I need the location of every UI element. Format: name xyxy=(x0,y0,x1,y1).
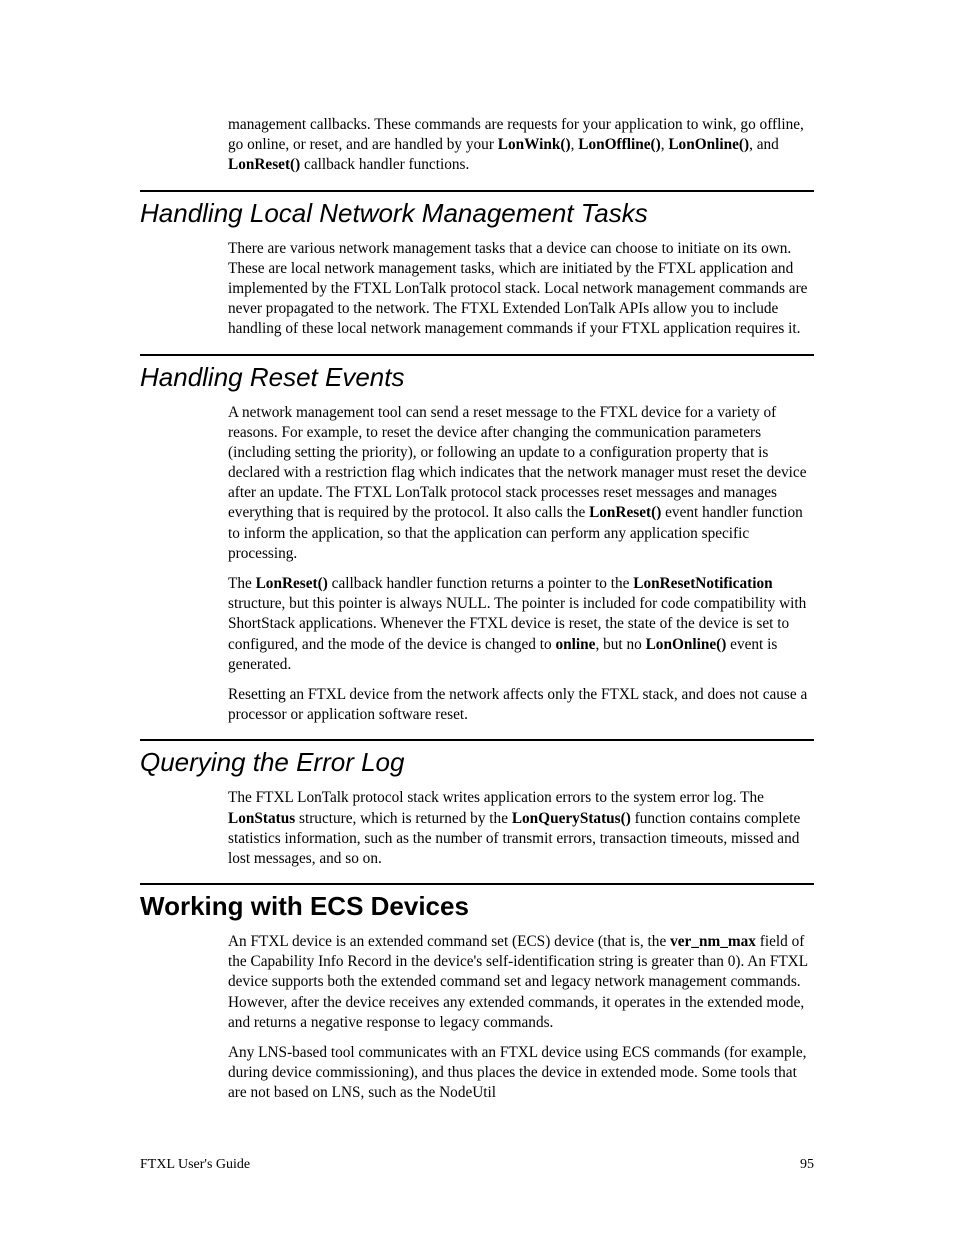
text: An FTXL device is an extended command se… xyxy=(228,933,670,950)
api-name: LonOnline() xyxy=(646,636,727,653)
paragraph: The LonReset() callback handler function… xyxy=(228,574,814,675)
paragraph: The FTXL LonTalk protocol stack writes a… xyxy=(228,788,814,869)
paragraph: management callbacks. These commands are… xyxy=(228,115,814,176)
api-name: LonResetNotification xyxy=(633,575,772,592)
text: The xyxy=(228,575,256,592)
paragraph: An FTXL device is an extended command se… xyxy=(228,932,814,1033)
section-body: The FTXL LonTalk protocol stack writes a… xyxy=(228,788,814,869)
section-divider xyxy=(140,354,814,356)
paragraph: Any LNS-based tool communicates with an … xyxy=(228,1043,814,1104)
api-name: LonOffline() xyxy=(578,136,660,153)
document-page: management callbacks. These commands are… xyxy=(0,0,954,1235)
api-name: LonWink() xyxy=(498,136,571,153)
text: structure, which is returned by the xyxy=(295,810,512,827)
text: , and xyxy=(749,136,779,153)
section-divider xyxy=(140,190,814,192)
intro-continuation: management callbacks. These commands are… xyxy=(228,115,814,176)
text: callback handler function returns a poin… xyxy=(328,575,633,592)
footer-title: FTXL User's Guide xyxy=(140,1157,250,1173)
api-name: LonOnline() xyxy=(668,136,749,153)
field-name: ver_nm_max xyxy=(670,933,756,950)
text: , but no xyxy=(595,636,645,653)
section-body: A network management tool can send a res… xyxy=(228,403,814,726)
keyword: online xyxy=(556,636,596,653)
heading-error-log: Querying the Error Log xyxy=(140,747,814,778)
api-name: LonReset() xyxy=(256,575,328,592)
section-body: There are various network management tas… xyxy=(228,239,814,340)
text: The FTXL LonTalk protocol stack writes a… xyxy=(228,789,764,806)
api-name: LonQueryStatus() xyxy=(512,810,631,827)
api-name: LonReset() xyxy=(589,504,661,521)
page-footer: FTXL User's Guide 95 xyxy=(140,1157,814,1173)
api-name: LonReset() xyxy=(228,156,300,173)
api-name: LonStatus xyxy=(228,810,295,827)
heading-local-network: Handling Local Network Management Tasks xyxy=(140,198,814,229)
section-divider xyxy=(140,739,814,741)
paragraph: A network management tool can send a res… xyxy=(228,403,814,565)
section-divider xyxy=(140,883,814,885)
text: callback handler functions. xyxy=(300,156,469,173)
heading-reset-events: Handling Reset Events xyxy=(140,362,814,393)
paragraph: Resetting an FTXL device from the networ… xyxy=(228,685,814,725)
page-number: 95 xyxy=(800,1157,814,1173)
section-body: An FTXL device is an extended command se… xyxy=(228,932,814,1104)
paragraph: There are various network management tas… xyxy=(228,239,814,340)
heading-ecs-devices: Working with ECS Devices xyxy=(140,891,814,922)
